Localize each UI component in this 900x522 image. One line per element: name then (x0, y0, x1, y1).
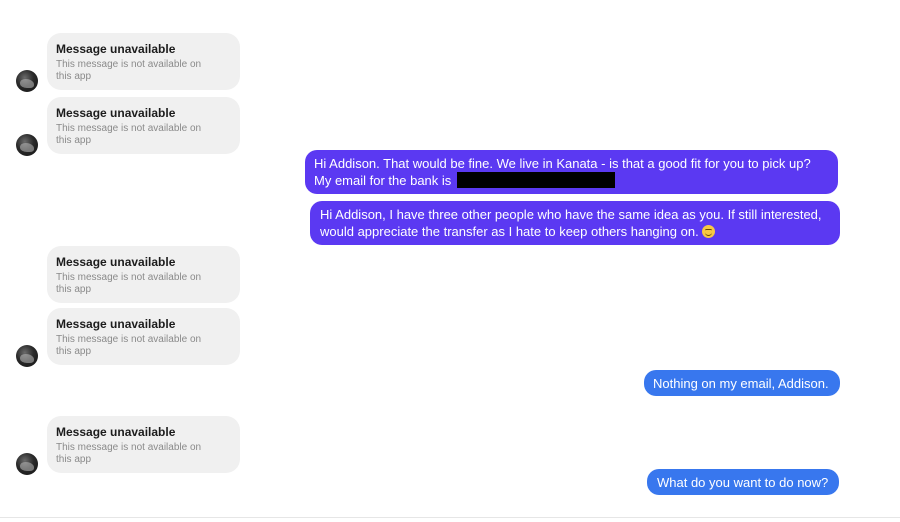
contact-avatar[interactable] (16, 70, 38, 92)
redacted-email (456, 172, 615, 188)
sent-message-bubble[interactable]: Hi Addison, I have three other people wh… (310, 201, 840, 245)
message-title: Message unavailable (56, 317, 176, 331)
message-subtitle: This message is not available on this ap… (56, 59, 202, 82)
smiling-face-emoji-icon (701, 225, 715, 238)
message-unavailable-bubble[interactable]: Message unavailable This message is not … (47, 416, 240, 473)
sent-message-bubble[interactable]: Nothing on my email, Addison. (644, 370, 840, 396)
message-subtitle: This message is not available on this ap… (56, 442, 202, 465)
message-unavailable-bubble[interactable]: Message unavailable This message is not … (47, 97, 240, 154)
message-text: would appreciate the transfer as I hate … (320, 224, 699, 239)
message-text: My email for the bank is (314, 173, 452, 188)
message-title: Message unavailable (56, 425, 176, 439)
message-unavailable-bubble[interactable]: Message unavailable This message is not … (47, 308, 240, 365)
message-title: Message unavailable (56, 106, 176, 120)
divider (0, 517, 900, 518)
message-text-line: Hi Addison, I have three other people wh… (320, 207, 822, 222)
message-unavailable-bubble[interactable]: Message unavailable This message is not … (47, 246, 240, 303)
message-subtitle: This message is not available on this ap… (56, 272, 202, 295)
message-unavailable-bubble[interactable]: Message unavailable This message is not … (47, 33, 240, 90)
message-text-line: Hi Addison. That would be fine. We live … (314, 156, 811, 171)
message-text-line: My email for the bank is (314, 172, 838, 189)
message-title: Message unavailable (56, 255, 176, 269)
message-subtitle: This message is not available on this ap… (56, 123, 202, 146)
contact-avatar[interactable] (16, 345, 38, 367)
message-text-line: would appreciate the transfer as I hate … (320, 223, 840, 240)
sent-message-bubble[interactable]: What do you want to do now? (647, 469, 839, 495)
message-text: What do you want to do now? (657, 475, 829, 490)
contact-avatar[interactable] (16, 134, 38, 156)
message-subtitle: This message is not available on this ap… (56, 334, 202, 357)
sent-message-bubble[interactable]: Hi Addison. That would be fine. We live … (305, 150, 838, 194)
message-title: Message unavailable (56, 42, 176, 56)
contact-avatar[interactable] (16, 453, 38, 475)
message-text: Nothing on my email, Addison. (653, 376, 829, 391)
